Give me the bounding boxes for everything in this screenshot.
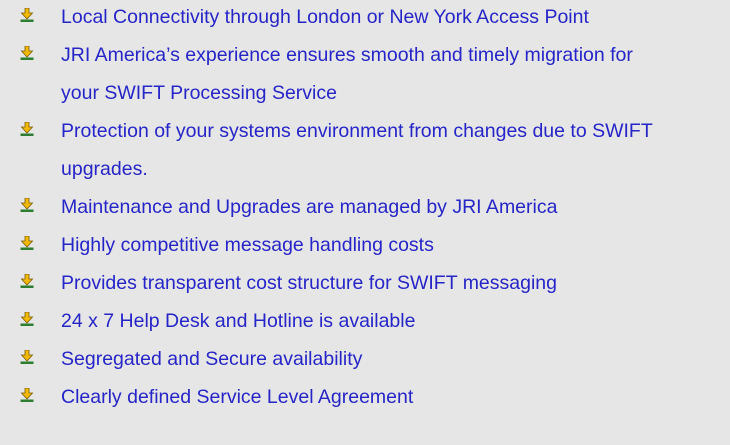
down-arrow-bullet-icon: [20, 8, 34, 22]
down-arrow-bullet-icon: [20, 46, 34, 60]
list-item-text: Protection of your systems environment f…: [61, 120, 653, 180]
list-item-text: Clearly defined Service Level Agreement: [61, 386, 414, 408]
list-item-text: Highly competitive message handling cost…: [61, 234, 434, 256]
down-arrow-bullet-icon: [20, 388, 34, 402]
list-item-text: Maintenance and Upgrades are managed by …: [61, 196, 558, 218]
down-arrow-bullet-icon: [20, 236, 34, 250]
down-arrow-bullet-icon: [20, 274, 34, 288]
list-item-text: Local Connectivity through London or New…: [61, 6, 589, 28]
feature-bullet-list: Local Connectivity through London or New…: [0, 0, 730, 445]
down-arrow-bullet-icon: [20, 350, 34, 364]
down-arrow-bullet-icon: [20, 198, 34, 212]
list-item-text: JRI America’s experience ensures smooth …: [61, 44, 633, 104]
down-arrow-bullet-icon: [20, 122, 34, 136]
list-item-text: Segregated and Secure availability: [61, 348, 363, 370]
list-item-text: 24 x 7 Help Desk and Hotline is availabl…: [61, 310, 416, 332]
down-arrow-bullet-icon: [20, 312, 34, 326]
list-item-text: Provides transparent cost structure for …: [61, 272, 557, 294]
